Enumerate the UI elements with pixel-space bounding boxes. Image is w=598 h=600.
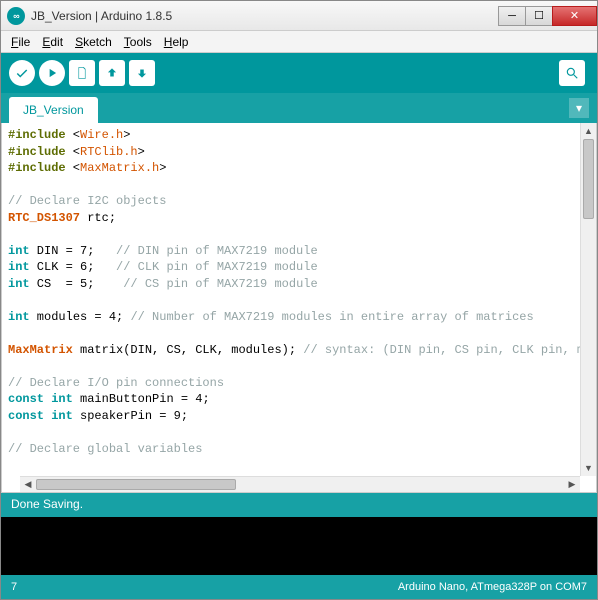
code-line: // Declare I2C objects: [8, 193, 580, 210]
code-line: [8, 292, 580, 309]
window-buttons: ─ ☐ ✕: [499, 6, 597, 26]
menu-edit[interactable]: Edit: [36, 33, 69, 51]
save-button[interactable]: [129, 60, 155, 86]
menu-file[interactable]: File: [5, 33, 36, 51]
code-line: #include <RTClib.h>: [8, 144, 580, 161]
menu-help[interactable]: Help: [158, 33, 195, 51]
code-line: MaxMatrix matrix(DIN, CS, CLK, modules);…: [8, 342, 580, 359]
code-line: #include <MaxMatrix.h>: [8, 160, 580, 177]
code-line: RTC_DS1307 rtc;: [8, 210, 580, 227]
code-line: [8, 325, 580, 342]
scroll-thumb-v[interactable]: [583, 139, 594, 219]
arrow-right-icon: [45, 66, 59, 80]
footer-bar: 7 Arduino Nano, ATmega328P on COM7: [1, 575, 597, 599]
new-button[interactable]: [69, 60, 95, 86]
scroll-down-arrow-icon[interactable]: ▼: [581, 460, 596, 476]
code-line: int CS = 5; // CS pin of MAX7219 module: [8, 276, 580, 293]
code-line: [8, 358, 580, 375]
arrow-up-icon: [105, 66, 119, 80]
code-line: // Declare I/O pin connections: [8, 375, 580, 392]
code-line: const int speakerPin = 9;: [8, 408, 580, 425]
status-message: Done Saving.: [11, 497, 83, 511]
window-titlebar: ∞ JB_Version | Arduino 1.8.5 ─ ☐ ✕: [1, 1, 597, 31]
tab-dropdown-button[interactable]: ▾: [569, 98, 589, 118]
code-line: const int mainButtonPin = 4;: [8, 391, 580, 408]
menubar: FileEditSketchToolsHelp: [1, 31, 597, 53]
file-icon: [75, 66, 89, 80]
status-bar: Done Saving.: [1, 493, 597, 517]
maximize-button[interactable]: ☐: [525, 6, 553, 26]
toolbar: [1, 53, 597, 93]
vertical-scrollbar[interactable]: ▲ ▼: [580, 123, 596, 476]
board-info: Arduino Nano, ATmega328P on COM7: [398, 581, 587, 593]
console-output[interactable]: [1, 517, 597, 575]
arrow-down-icon: [135, 66, 149, 80]
horizontal-scrollbar[interactable]: ◀ ▶: [20, 476, 580, 492]
line-number: 7: [11, 581, 17, 593]
editor-area: #include <Wire.h>#include <RTClib.h>#inc…: [1, 123, 597, 493]
tab-active[interactable]: JB_Version: [9, 97, 98, 123]
code-line: int DIN = 7; // DIN pin of MAX7219 modul…: [8, 243, 580, 260]
code-editor[interactable]: #include <Wire.h>#include <RTClib.h>#inc…: [8, 127, 580, 476]
scroll-right-arrow-icon[interactable]: ▶: [564, 477, 580, 492]
code-line: int modules = 4; // Number of MAX7219 mo…: [8, 309, 580, 326]
menu-tools[interactable]: Tools: [118, 33, 158, 51]
code-line: // Declare global variables: [8, 441, 580, 458]
code-line: #include <Wire.h>: [8, 127, 580, 144]
upload-button[interactable]: [39, 60, 65, 86]
code-line: [8, 177, 580, 194]
code-line: [8, 424, 580, 441]
serial-monitor-button[interactable]: [559, 60, 585, 86]
minimize-button[interactable]: ─: [498, 6, 526, 26]
magnifier-icon: [565, 66, 579, 80]
code-line: [8, 226, 580, 243]
scroll-thumb-h[interactable]: [36, 479, 236, 490]
code-line: int CLK = 6; // CLK pin of MAX7219 modul…: [8, 259, 580, 276]
verify-button[interactable]: [9, 60, 35, 86]
scroll-up-arrow-icon[interactable]: ▲: [581, 123, 596, 139]
menu-sketch[interactable]: Sketch: [69, 33, 118, 51]
app-icon: ∞: [7, 7, 25, 25]
open-button[interactable]: [99, 60, 125, 86]
check-icon: [15, 66, 29, 80]
window-title: JB_Version | Arduino 1.8.5: [31, 9, 499, 23]
close-button[interactable]: ✕: [552, 6, 597, 26]
tab-bar: JB_Version ▾: [1, 93, 597, 123]
scroll-left-arrow-icon[interactable]: ◀: [20, 477, 36, 492]
